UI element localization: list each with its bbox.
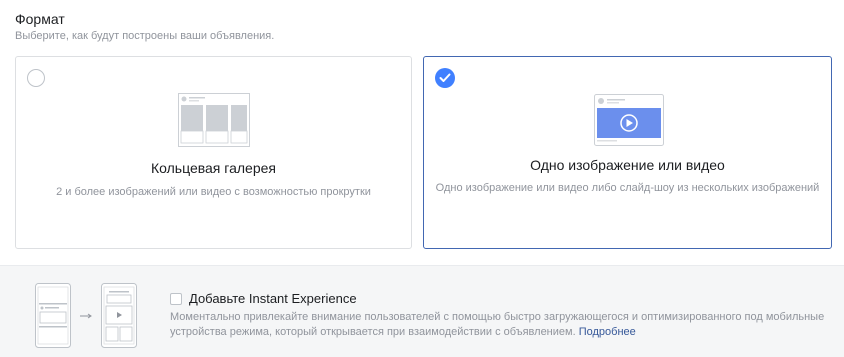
learn-more-link[interactable]: Подробнее: [579, 326, 636, 338]
format-option-single-image-video[interactable]: Одно изображение или видео Одно изображе…: [423, 56, 832, 249]
carousel-illustration-icon: [178, 93, 250, 152]
format-option-carousel[interactable]: Кольцевая галерея 2 и более изображений …: [15, 56, 412, 249]
option-description: 2 и более изображений или видео с возмож…: [56, 186, 371, 198]
instant-experience-panel: Добавьте Instant Experience Моментально …: [0, 265, 844, 357]
radio-checked-icon[interactable]: [435, 68, 455, 88]
section-title: Формат: [15, 11, 65, 27]
instant-experience-checkbox[interactable]: [170, 293, 182, 305]
instant-experience-description: Моментально привлекайте внимание пользов…: [170, 310, 830, 340]
instant-experience-description-text: Моментально привлекайте внимание пользов…: [170, 311, 825, 338]
radio-unchecked-icon[interactable]: [27, 69, 45, 87]
option-title: Одно изображение или видео: [530, 157, 725, 173]
single-image-video-illustration-icon: [594, 94, 664, 151]
instant-experience-label[interactable]: Добавьте Instant Experience: [189, 291, 357, 306]
instant-experience-illustration-icon: [35, 283, 140, 354]
section-subtitle: Выберите, как будут построены ваши объяв…: [15, 30, 275, 42]
option-title: Кольцевая галерея: [151, 160, 276, 176]
option-description: Одно изображение или видео либо слайд-шо…: [435, 182, 820, 194]
